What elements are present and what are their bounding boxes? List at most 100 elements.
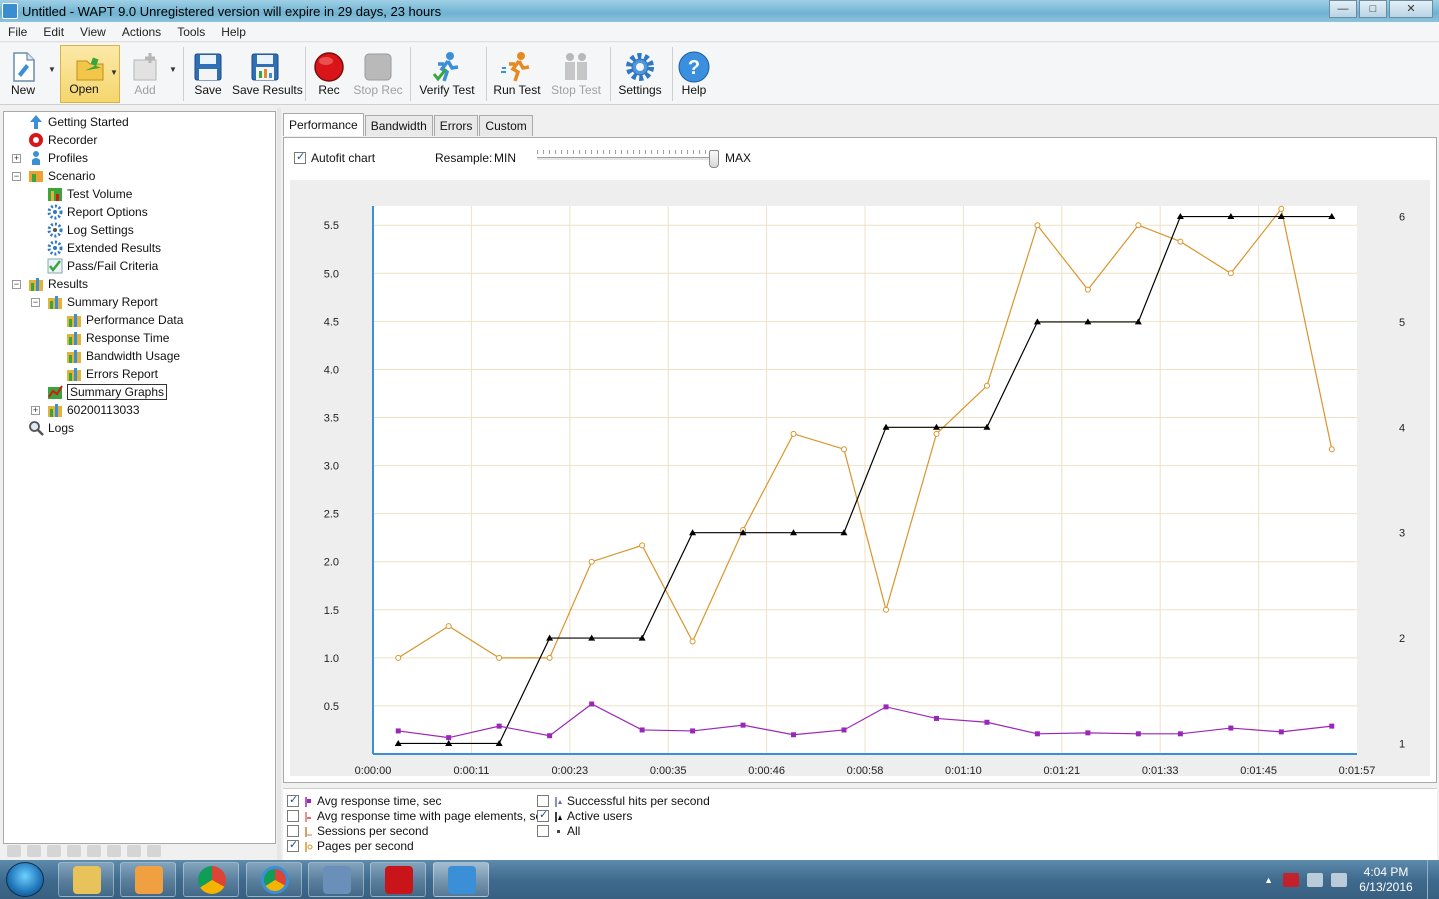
tree-results[interactable]: Results: [28, 275, 88, 293]
legend-checkbox[interactable]: [287, 793, 299, 807]
show-desktop-button[interactable]: [1427, 860, 1439, 899]
legend-checkbox[interactable]: [537, 794, 549, 807]
footer-tool-icon[interactable]: [87, 845, 101, 857]
legend-checkbox[interactable]: [287, 824, 299, 837]
tree-performance-data[interactable]: Performance Data: [66, 311, 183, 329]
footer-tool-icon[interactable]: [47, 845, 61, 857]
footer-tool-icon[interactable]: [127, 845, 141, 857]
footer-tool-icon[interactable]: [107, 845, 121, 857]
results-collapse-icon[interactable]: −: [12, 280, 21, 289]
x-tick-label: 0:01:45: [1240, 765, 1277, 776]
add-dropdown-icon[interactable]: ▼: [169, 65, 177, 74]
legend-item-successful-hits[interactable]: Successful hits per second: [537, 793, 710, 808]
x-tick-label: 0:01:57: [1339, 765, 1376, 776]
tree-report-options[interactable]: Report Options: [47, 203, 148, 221]
run-expand-icon[interactable]: +: [31, 406, 40, 415]
taskbar-media-player[interactable]: [120, 862, 176, 897]
taskbar-mail[interactable]: [308, 862, 364, 897]
close-button[interactable]: ✕: [1389, 0, 1433, 18]
legend-item-sessions-per-second[interactable]: Sessions per second: [287, 823, 428, 838]
tray-expand-icon[interactable]: ▲: [1264, 875, 1273, 885]
legend-item-pages-per-second[interactable]: Pages per second: [287, 838, 414, 853]
legend-checkbox[interactable]: [287, 838, 299, 852]
tree-recorder[interactable]: Recorder: [28, 131, 97, 149]
menu-file[interactable]: File: [0, 25, 35, 39]
minimize-button[interactable]: —: [1329, 0, 1357, 18]
resample-slider[interactable]: [537, 157, 719, 161]
tab-performance[interactable]: Performance: [283, 113, 364, 136]
taskbar-app-red[interactable]: [370, 862, 426, 897]
open-dropdown-icon[interactable]: ▼: [110, 68, 118, 77]
footer-tool-icon[interactable]: [67, 845, 81, 857]
tab-errors[interactable]: Errors: [433, 115, 479, 136]
profiles-expand-icon[interactable]: +: [12, 154, 21, 163]
help-button[interactable]: ? Help: [676, 45, 712, 103]
tree-extended-results[interactable]: Extended Results: [47, 239, 161, 257]
menu-view[interactable]: View: [72, 25, 114, 39]
tree-log-settings[interactable]: Log Settings: [47, 221, 134, 239]
menu-tools[interactable]: Tools: [169, 25, 213, 39]
taskbar-chrome[interactable]: [183, 862, 239, 897]
legend-checkbox[interactable]: [537, 824, 549, 837]
footer-tool-icon[interactable]: [27, 845, 41, 857]
tree-response-time[interactable]: Response Time: [66, 329, 169, 347]
panel-splitter[interactable]: [277, 108, 281, 860]
open-button[interactable]: Open ▼: [60, 45, 120, 103]
tree-profiles[interactable]: Profiles: [28, 149, 88, 167]
taskbar-chrome-alt[interactable]: [246, 862, 302, 897]
new-button[interactable]: New: [2, 45, 44, 103]
run-test-button[interactable]: Run Test: [491, 45, 543, 103]
legend-checkbox[interactable]: [287, 809, 299, 822]
resample-slider-thumb[interactable]: [709, 150, 719, 168]
open-label: Open: [69, 82, 99, 96]
stop-test-button[interactable]: Stop Test: [548, 45, 604, 103]
footer-tool-icon[interactable]: [7, 845, 21, 857]
menu-help[interactable]: Help: [213, 25, 254, 39]
taskbar-explorer[interactable]: [58, 862, 114, 897]
tree-summary-report[interactable]: Summary Report: [47, 293, 158, 311]
settings-button[interactable]: Settings: [615, 45, 665, 103]
volume-icon[interactable]: [1331, 872, 1347, 887]
tree-errors-report[interactable]: Errors Report: [66, 365, 158, 383]
taskbar-clock[interactable]: 4:04 PM 6/13/2016: [1351, 865, 1421, 895]
tree-summary-graphs[interactable]: Summary Graphs: [47, 383, 168, 401]
save-button[interactable]: Save: [188, 45, 228, 103]
verify-test-button[interactable]: Verify Test: [416, 45, 478, 103]
data-point: [1177, 731, 1183, 737]
maximize-button[interactable]: □: [1359, 0, 1387, 18]
new-dropdown-icon[interactable]: ▼: [48, 65, 56, 74]
y-left-tick-label: 3.5: [324, 413, 339, 425]
footer-tool-icon[interactable]: [147, 845, 161, 857]
legend-item-all[interactable]: All: [537, 823, 580, 838]
start-button[interactable]: [6, 862, 44, 897]
tree-logs[interactable]: Logs: [28, 419, 74, 437]
tab-custom[interactable]: Custom: [479, 115, 533, 136]
legend-item-avg-response-page-elements[interactable]: Avg response time with page elements, se…: [287, 808, 548, 823]
tab-bandwidth[interactable]: Bandwidth: [364, 115, 433, 136]
legend-item-active-users[interactable]: Active users: [537, 808, 632, 823]
toolbar-separator: [486, 47, 487, 101]
network-icon[interactable]: [1307, 872, 1323, 887]
tree-test-volume[interactable]: Test Volume: [47, 185, 132, 203]
tree-getting-started[interactable]: Getting Started: [28, 113, 129, 131]
taskbar-wapt[interactable]: [433, 862, 489, 897]
rec-button[interactable]: Rec: [310, 45, 348, 103]
menu-actions[interactable]: Actions: [114, 25, 169, 39]
tree-scenario[interactable]: Scenario: [28, 167, 95, 185]
legend-checkbox[interactable]: [537, 808, 549, 822]
save-results-button[interactable]: Save Results: [232, 45, 303, 103]
menu-edit[interactable]: Edit: [35, 25, 72, 39]
action-center-flag-icon[interactable]: [1283, 872, 1299, 887]
summary-report-collapse-icon[interactable]: −: [31, 298, 40, 307]
tree-run-result[interactable]: 60200113033: [47, 401, 140, 419]
scenario-collapse-icon[interactable]: −: [12, 172, 21, 181]
y-left-tick-label: 4.5: [324, 316, 339, 328]
menu-bar: File Edit View Actions Tools Help: [0, 22, 1439, 42]
stop-rec-button[interactable]: Stop Rec: [352, 45, 404, 103]
add-button[interactable]: Add: [124, 45, 166, 103]
legend-item-avg-response-time[interactable]: Avg response time, sec: [287, 793, 442, 808]
tree-pass-fail-criteria[interactable]: Pass/Fail Criteria: [47, 257, 158, 275]
tree-bandwidth-usage[interactable]: Bandwidth Usage: [66, 347, 180, 365]
data-point: [639, 542, 646, 549]
autofit-checkbox[interactable]: [294, 150, 306, 164]
